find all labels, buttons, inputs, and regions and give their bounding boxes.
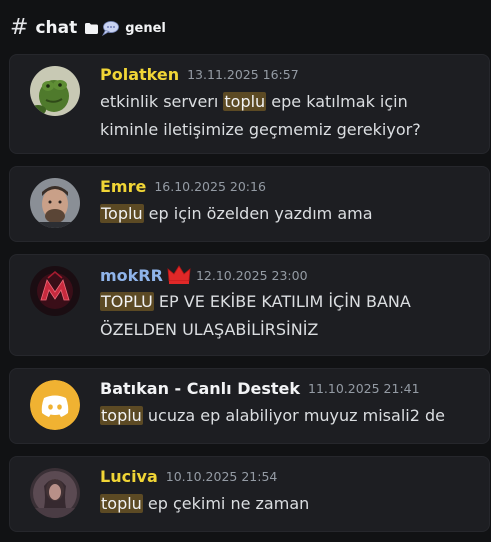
author-name[interactable]: mokRR bbox=[100, 266, 163, 285]
message-card[interactable]: Luciva 10.10.2025 21:54 toplu ep çekimi … bbox=[9, 456, 490, 532]
crown-icon bbox=[167, 265, 191, 285]
author-name[interactable]: Polatken bbox=[100, 65, 179, 84]
channel-name[interactable]: chat bbox=[35, 18, 77, 38]
search-highlight: toplu bbox=[100, 406, 143, 425]
avatar[interactable] bbox=[30, 66, 80, 116]
message-text: etkinlik serverı toplu epe katılmak için… bbox=[100, 89, 485, 143]
message-line: toplu ucuza ep alabiliyor muyuz misali2 … bbox=[100, 406, 445, 425]
timestamp: 11.10.2025 21:41 bbox=[308, 381, 420, 396]
message-line: toplu ep çekimi ne zaman bbox=[100, 494, 310, 513]
message-header: Luciva 10.10.2025 21:54 bbox=[100, 467, 277, 486]
search-highlight: Toplu bbox=[100, 204, 144, 223]
speech-bubble-icon bbox=[102, 20, 120, 36]
message-line: kiminle iletişimize geçmemiz gerekiyor? bbox=[100, 120, 421, 139]
thread-name[interactable]: genel bbox=[125, 21, 166, 36]
timestamp: 12.10.2025 23:00 bbox=[195, 267, 308, 283]
message-text: toplu ep çekimi ne zaman bbox=[100, 491, 485, 517]
avatar[interactable] bbox=[30, 380, 80, 430]
channel-hash-icon: # bbox=[10, 15, 29, 40]
message-line: ÖZELDEN ULAŞABİLİRSİNİZ bbox=[100, 320, 319, 339]
message-card[interactable]: Emre 16.10.2025 20:16 Toplu ep için özel… bbox=[9, 166, 490, 242]
timestamp: 13.11.2025 16:57 bbox=[187, 67, 299, 82]
message-line: Toplu ep için özelden yazdım ama bbox=[100, 204, 373, 223]
avatar[interactable] bbox=[30, 266, 80, 316]
search-highlight: TOPLU bbox=[100, 292, 154, 311]
timestamp: 10.10.2025 21:54 bbox=[165, 469, 278, 484]
author-name[interactable]: Emre bbox=[100, 177, 146, 196]
search-highlight: toplu bbox=[223, 92, 267, 111]
message-line: TOPLU EP VE EKİBE KATILIM İÇİN BANA bbox=[100, 292, 411, 311]
message-header: Emre 16.10.2025 20:16 bbox=[100, 177, 266, 196]
channel-header: # chat genel bbox=[10, 14, 166, 42]
folder-icon bbox=[85, 22, 99, 34]
message-text: toplu ucuza ep alabiliyor muyuz misali2 … bbox=[100, 403, 485, 429]
author-name[interactable]: Luciva bbox=[100, 467, 158, 486]
author-name[interactable]: Batıkan - Canlı Destek bbox=[100, 379, 300, 398]
timestamp: 16.10.2025 20:16 bbox=[154, 179, 266, 194]
avatar[interactable] bbox=[30, 178, 80, 228]
message-card[interactable]: Polatken 13.11.2025 16:57 etkinlik serve… bbox=[9, 54, 490, 154]
message-text: TOPLU EP VE EKİBE KATILIM İÇİN BANA ÖZEL… bbox=[100, 289, 485, 343]
message-line: etkinlik serverı toplu epe katılmak için bbox=[100, 92, 408, 111]
message-card[interactable]: Batıkan - Canlı Destek 11.10.2025 21:41 … bbox=[9, 368, 490, 444]
search-highlight: toplu bbox=[100, 494, 143, 513]
message-text: Toplu ep için özelden yazdım ama bbox=[100, 201, 485, 227]
avatar[interactable] bbox=[30, 468, 80, 518]
message-header: mokRR 12.10.2025 23:00 bbox=[100, 265, 308, 285]
message-header: Batıkan - Canlı Destek 11.10.2025 21:41 bbox=[100, 379, 420, 398]
message-header: Polatken 13.11.2025 16:57 bbox=[100, 65, 299, 84]
message-card[interactable]: mokRR 12.10.2025 23:00 TOPLU EP VE EKİBE… bbox=[9, 254, 490, 356]
